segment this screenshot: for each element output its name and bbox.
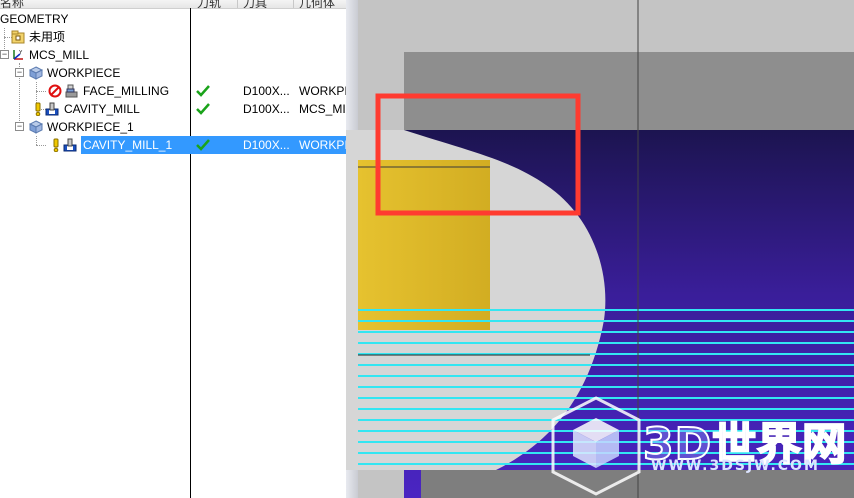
tree-row-label: 未用项 <box>29 30 66 44</box>
geometry-cell: WORKPI <box>299 138 346 152</box>
cavity-mill-operation-icon <box>63 138 77 152</box>
green-check-icon <box>196 103 210 115</box>
warning-exclamation-icon <box>35 102 41 116</box>
green-check-icon <box>196 139 210 151</box>
tree-row-label: FACE_MILLING <box>83 84 170 98</box>
tree-row-label: CAVITY_MILL <box>64 102 140 116</box>
tree-row-label: CAVITY_MILL_1 <box>81 136 192 154</box>
column-header-name[interactable]: 名称 <box>0 0 24 8</box>
unused-items-folder-icon <box>11 30 25 44</box>
tree-row-unused[interactable]: 未用项 <box>0 28 346 46</box>
green-check-icon <box>196 85 210 97</box>
svg-text:Y: Y <box>19 50 23 56</box>
tree-row-label: GEOMETRY <box>0 12 69 26</box>
geometry-cell: WORKPI <box>299 84 346 98</box>
tree-row-label: MCS_MILL <box>29 48 90 62</box>
tool-cell: D100X... <box>243 138 290 152</box>
graphics-viewport[interactable]: 3D世界网 WWW.3DSJW.COM <box>346 0 854 498</box>
tree-row-cavity-mill-1[interactable]: CAVITY_MILL_1 D100X... WORKPI <box>0 136 346 154</box>
fixture-block <box>404 52 854 130</box>
collapse-toggle[interactable]: − <box>15 68 24 77</box>
mcs-coordinate-icon: Y <box>13 50 23 60</box>
tree-row-geometry[interactable]: GEOMETRY <box>0 10 346 28</box>
column-header-path[interactable]: 刀轨 <box>197 0 221 8</box>
operation-navigator: 名称 刀轨 刀具 几何体 GEOMETRY 未用项 − Y MCS_MILL −… <box>0 0 346 498</box>
tool-cell: D100X... <box>243 102 290 116</box>
tree-row-cavity-mill[interactable]: CAVITY_MILL D100X... MCS_MI <box>0 100 346 118</box>
cavity-mill-operation-icon <box>45 102 59 116</box>
tree-row-workpiece-1[interactable]: − WORKPIECE_1 <box>0 118 346 136</box>
tree-row-label: WORKPIECE_1 <box>47 120 134 134</box>
collapse-toggle[interactable]: − <box>0 50 9 59</box>
navigator-header: 名称 刀轨 刀具 几何体 <box>0 0 346 9</box>
prohibited-icon <box>48 84 62 98</box>
tool-cell: D100X... <box>243 84 290 98</box>
tree-row-face-milling[interactable]: FACE_MILLING D100X... WORKPI <box>0 82 346 100</box>
watermark-url: WWW.3DSJW.COM <box>651 458 820 474</box>
collapse-toggle[interactable]: − <box>15 122 24 131</box>
warning-exclamation-icon <box>53 138 59 152</box>
column-header-geometry[interactable]: 几何体 <box>299 0 335 8</box>
header-divider <box>293 0 294 8</box>
geometry-cell: MCS_MI <box>299 102 346 116</box>
column-header-tool[interactable]: 刀具 <box>243 0 267 8</box>
face-mill-operation-icon <box>65 84 78 98</box>
workpiece-cube-icon <box>29 120 43 134</box>
tree-row-workpiece[interactable]: − WORKPIECE <box>0 64 346 82</box>
tree-row-mcs-mill[interactable]: − Y MCS_MILL <box>0 46 346 64</box>
workpiece-cube-icon <box>29 66 43 80</box>
tree-row-label: WORKPIECE <box>47 66 121 80</box>
header-divider <box>237 0 238 8</box>
